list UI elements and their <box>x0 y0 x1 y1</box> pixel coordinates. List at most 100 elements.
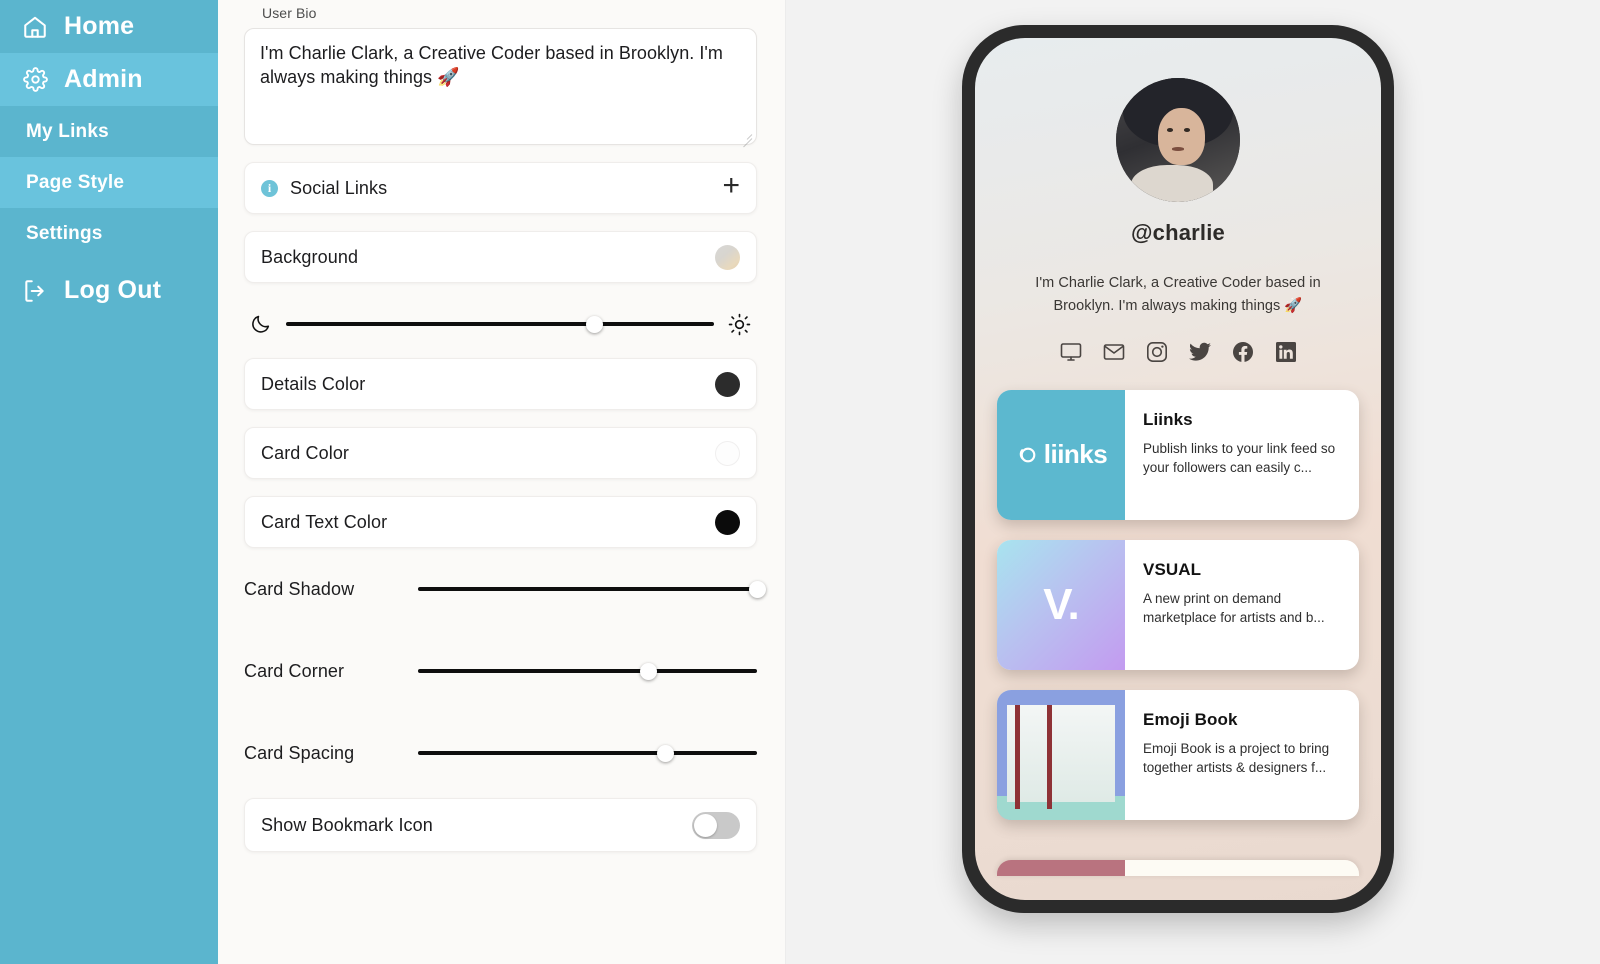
user-bio-label: User Bio <box>262 5 317 21</box>
show-bookmark-icon-label: Show Bookmark Icon <box>261 814 433 835</box>
link-card-partial[interactable] <box>997 859 1359 876</box>
sidebar: Home Admin My Links Page Style Settings <box>0 0 218 964</box>
gear-icon <box>22 67 48 93</box>
sidebar-item-my-links[interactable]: My Links <box>0 106 218 157</box>
page-root: Home Admin My Links Page Style Settings <box>0 0 1600 964</box>
emoji-book-icon <box>1007 705 1115 802</box>
background-label: Background <box>261 246 359 267</box>
card-text-color-label: Card Text Color <box>261 511 388 532</box>
card-text-color-swatch[interactable] <box>715 509 740 535</box>
info-icon: i <box>261 179 278 197</box>
sidebar-item-page-style[interactable]: Page Style <box>0 157 218 208</box>
card-shadow-slider[interactable] <box>418 580 766 598</box>
link-card-description: Emoji Book is a project to bring togethe… <box>1143 740 1330 775</box>
vsual-logo-icon: V. <box>1043 579 1080 629</box>
social-icons-row <box>997 340 1359 364</box>
card-spacing-row: Card Spacing <box>244 712 757 794</box>
link-card-description: A new print on demand marketplace for ar… <box>1143 590 1325 625</box>
slider-thumb[interactable] <box>640 662 658 680</box>
card-corner-label: Card Corner <box>244 660 345 681</box>
sidebar-item-label: My Links <box>26 120 109 142</box>
details-color-label: Details Color <box>261 373 366 394</box>
card-corner-row: Card Corner <box>244 630 757 712</box>
card-color-swatch[interactable] <box>715 440 740 466</box>
emoji-book-spine-left <box>1014 705 1020 810</box>
link-card-body: Emoji Book Emoji Book is a project to br… <box>1125 690 1359 820</box>
brightness-slider[interactable] <box>286 315 714 333</box>
phone-frame: @charlie I'm Charlie Clark, a Creative C… <box>962 25 1394 913</box>
details-color-swatch[interactable] <box>715 371 740 397</box>
facebook-icon[interactable] <box>1231 340 1255 364</box>
website-icon[interactable] <box>1059 340 1083 364</box>
slider-thumb[interactable] <box>585 315 603 333</box>
link-cards-list: liinks Liinks Publish links to your link… <box>997 389 1359 876</box>
link-card-title: Liinks <box>1143 409 1193 429</box>
home-icon <box>22 14 48 40</box>
slider-thumb[interactable] <box>656 744 674 762</box>
card-corner-slider[interactable] <box>418 662 757 680</box>
card-spacing-slider[interactable] <box>418 744 757 762</box>
link-card-title: Emoji Book <box>1143 709 1238 729</box>
link-card-title: VSUAL <box>1143 559 1202 579</box>
link-card[interactable]: Emoji Book Emoji Book is a project to br… <box>997 689 1359 820</box>
slider-track <box>286 322 714 326</box>
slider-track <box>418 669 757 673</box>
liinks-logo-text: liinks <box>1043 439 1108 470</box>
card-color-row[interactable]: Card Color <box>244 427 757 479</box>
show-bookmark-icon-toggle[interactable] <box>692 811 740 839</box>
link-card-thumbnail <box>997 689 1125 820</box>
link-card-thumbnail: liinks <box>997 389 1125 520</box>
link-card-body: Liinks Publish links to your link feed s… <box>1125 390 1359 520</box>
emoji-book-spine-right <box>1046 705 1052 810</box>
profile-handle: @charlie <box>1131 220 1225 245</box>
card-shadow-row: Card Shadow <box>244 548 766 630</box>
brightness-slider-row <box>244 307 757 341</box>
link-card[interactable]: V. VSUAL A new print on demand marketpla… <box>997 539 1359 670</box>
card-shadow-label: Card Shadow <box>244 578 355 599</box>
link-card-body: VSUAL A new print on demand marketplace … <box>1125 540 1359 670</box>
background-color-row[interactable]: Background <box>244 231 757 283</box>
linkedin-icon[interactable] <box>1274 340 1298 364</box>
sidebar-item-settings[interactable]: Settings <box>0 208 218 259</box>
sidebar-item-label: Settings <box>26 222 103 244</box>
toggle-knob <box>694 813 717 837</box>
card-text-color-row[interactable]: Card Text Color <box>244 496 757 548</box>
slider-thumb[interactable] <box>748 580 766 598</box>
slider-track <box>418 751 757 755</box>
form-body: User Bio I'm Charlie Clark, a Creative C… <box>218 5 785 852</box>
sidebar-item-admin[interactable]: Admin <box>0 53 218 106</box>
twitter-icon[interactable] <box>1188 340 1212 364</box>
link-card-description: Publish links to your link feed so your … <box>1143 440 1336 475</box>
card-spacing-label: Card Spacing <box>244 742 355 763</box>
sun-icon <box>728 313 751 336</box>
sidebar-item-log-out[interactable]: Log Out <box>0 264 218 317</box>
background-color-swatch[interactable] <box>715 244 740 270</box>
card-color-label: Card Color <box>261 442 350 463</box>
profile-page: @charlie I'm Charlie Clark, a Creative C… <box>975 38 1381 876</box>
link-card[interactable]: liinks Liinks Publish links to your link… <box>997 389 1359 520</box>
moon-icon <box>250 313 272 335</box>
link-card-thumbnail: V. <box>997 539 1125 670</box>
sidebar-item-label: Page Style <box>26 171 125 193</box>
textarea-resize-handle[interactable] <box>740 129 753 148</box>
user-bio-value: I'm Charlie Clark, a Creative Coder base… <box>260 43 723 87</box>
details-color-row[interactable]: Details Color <box>244 358 757 410</box>
social-links-row[interactable]: i Social Links + <box>244 162 757 214</box>
show-bookmark-icon-row[interactable]: Show Bookmark Icon <box>244 798 757 852</box>
link-card-body <box>1125 859 1359 876</box>
sidebar-item-home[interactable]: Home <box>0 0 218 53</box>
user-bio-input[interactable]: I'm Charlie Clark, a Creative Coder base… <box>244 28 757 148</box>
sidebar-item-label: Log Out <box>64 276 162 304</box>
instagram-icon[interactable] <box>1145 340 1169 364</box>
page-style-form-panel: User Bio I'm Charlie Clark, a Creative C… <box>218 0 786 964</box>
add-social-link-button[interactable]: + <box>722 171 740 201</box>
phone-preview-pane: @charlie I'm Charlie Clark, a Creative C… <box>786 0 1600 964</box>
slider-track <box>418 587 757 591</box>
social-links-label: Social Links <box>290 177 388 198</box>
email-icon[interactable] <box>1102 340 1126 364</box>
logout-icon <box>22 278 48 304</box>
liinks-logo-icon: liinks <box>1015 439 1108 470</box>
sidebar-item-label: Home <box>64 12 135 40</box>
link-card-thumbnail <box>997 859 1125 876</box>
sidebar-item-label: Admin <box>64 65 143 93</box>
